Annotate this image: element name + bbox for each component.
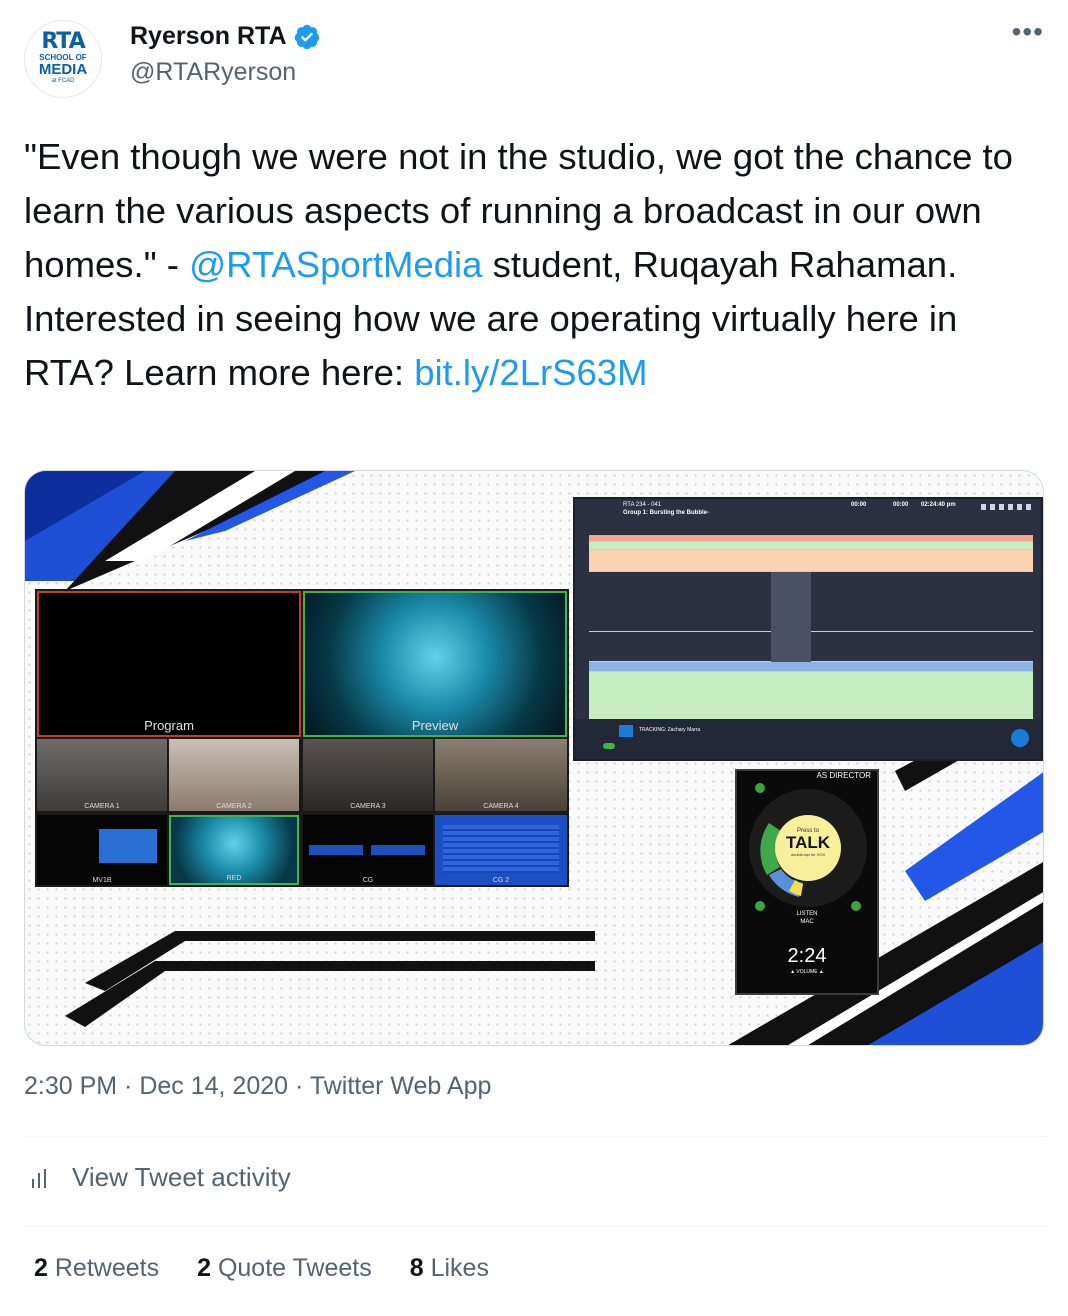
camera-1-label: CAMERA 1 <box>84 803 120 810</box>
rundown-footer: TRACKING: Zachary Marra <box>575 719 1041 759</box>
over-under-value: 00:00 <box>851 502 867 508</box>
rundown-toolbar-icons <box>981 504 1031 510</box>
author-avatar[interactable]: RTA SCHOOL OF MEDIA at FCAD <box>24 20 102 98</box>
cg2-tile: CG 2 <box>435 815 567 885</box>
tweet-time[interactable]: 2:30 PM <box>24 1072 117 1100</box>
press-to-talk-button: Press to TALK double-tap for VOX <box>775 815 841 881</box>
rundown-subtitle: Group 1: Bursting the Bubble- <box>623 510 709 516</box>
divider <box>24 1136 1046 1137</box>
divider <box>24 1226 1046 1227</box>
tracking-label: TRACKING: Zachary Marra <box>639 727 701 733</box>
camera-1-tile: CAMERA 1 <box>37 739 167 811</box>
verified-badge-icon <box>294 24 319 49</box>
multiview-monitor: Program Preview CAMERA 1 CAMERA 2 CAMERA… <box>35 589 569 887</box>
likes-count: 8 <box>409 1254 424 1282</box>
talk-panel-header: AS DIRECTOR <box>816 771 871 780</box>
rundown-row <box>589 632 1033 662</box>
cg2-standings-table <box>443 825 559 873</box>
left-arrow-icon <box>755 901 765 911</box>
mac-label: MAC <box>800 919 814 925</box>
item-run-time-value: 00:00 <box>893 502 909 508</box>
rundown-row <box>589 662 1033 672</box>
likes-label: Likes <box>430 1254 489 1282</box>
intercom-dial: Press to TALK double-tap for VOX <box>749 789 867 907</box>
likes-stat[interactable]: 8 Likes <box>410 1254 489 1283</box>
meta-separator: · <box>288 1072 310 1100</box>
view-tweet-activity-label: View Tweet activity <box>72 1162 291 1192</box>
cg2-label: CG 2 <box>492 877 510 884</box>
right-arrow-icon <box>851 901 861 911</box>
camera-2-label: CAMERA 2 <box>216 803 252 810</box>
meta-separator: · <box>117 1072 140 1100</box>
avatar-fcad-text: at FCAD <box>51 78 75 84</box>
analytics-icon <box>32 1168 46 1188</box>
volume-label: ▲ VOLUME ▲ <box>790 969 824 975</box>
url-link[interactable]: bit.ly/2LrS63M <box>414 352 647 393</box>
time-of-day-value: 02:24:40 pm <box>921 502 956 508</box>
mv1b-thumbnail <box>99 829 157 863</box>
rundown-row <box>589 672 1033 721</box>
talk-panel-time: 2:24 <box>787 945 827 967</box>
quote-tweets-label: Quote Tweets <box>217 1254 372 1282</box>
tweet-media-image[interactable]: Program Preview CAMERA 1 CAMERA 2 CAMERA… <box>24 470 1044 1046</box>
preview-label: Preview <box>411 718 459 733</box>
cg-tile: CG <box>303 815 433 885</box>
tracking-toggle <box>603 743 615 749</box>
camera-3-label: CAMERA 3 <box>350 803 386 810</box>
camera-2-tile: CAMERA 2 <box>169 739 299 811</box>
tweet-text: "Even though we were not in the studio, … <box>24 130 1044 400</box>
cg-lower-third-1 <box>309 845 363 855</box>
cg-label: CG <box>362 877 374 884</box>
more-options-icon[interactable]: ••• <box>1012 18 1044 46</box>
author-handle[interactable]: @RTARyerson <box>130 58 296 87</box>
avatar-rta-text: RTA <box>41 29 85 54</box>
rundown-row <box>589 572 1033 632</box>
camera-3-tile: CAMERA 3 <box>303 739 433 811</box>
retweets-stat[interactable]: 2 Retweets <box>34 1254 159 1283</box>
retweets-count: 2 <box>34 1254 48 1282</box>
rundown-row <box>589 550 1033 572</box>
intercom-talk-panel: AS DIRECTOR Press to TALK double-tap for… <box>735 769 879 995</box>
red-tile: RED <box>169 815 299 885</box>
view-tweet-activity-link[interactable]: View Tweet activity <box>24 1162 291 1193</box>
program-label: Program <box>144 718 194 733</box>
red-label: RED <box>226 875 242 882</box>
program-tile: Program <box>37 591 301 737</box>
rundown-app-screenshot: RTA 234 - 041 Group 1: Bursting the Bubb… <box>573 497 1043 761</box>
tweet-metadata: 2:30 PM · Dec 14, 2020 · Twitter Web App <box>24 1072 491 1101</box>
rundown-title: RTA 234 - 041 <box>623 502 662 508</box>
chat-bubble-icon <box>1011 729 1029 747</box>
rundown-table <box>589 535 1033 721</box>
preview-tile: Preview <box>303 591 567 737</box>
author-display-name[interactable]: Ryerson RTA <box>130 22 287 51</box>
mv1b-label: MV1B <box>92 877 112 884</box>
on-air-button <box>619 725 633 737</box>
double-tap-label: double-tap for VOX <box>790 852 826 857</box>
quote-tweets-stat[interactable]: 2 Quote Tweets <box>197 1254 372 1283</box>
talk-label: TALK <box>785 833 831 852</box>
top-indicator-icon <box>755 783 765 793</box>
listen-label: LISTEN <box>796 911 818 917</box>
tweet-date[interactable]: Dec 14, 2020 <box>139 1072 288 1100</box>
rundown-header: RTA 234 - 041 Group 1: Bursting the Bubb… <box>575 499 1041 527</box>
tweet-source[interactable]: Twitter Web App <box>310 1072 492 1100</box>
rundown-row <box>589 542 1033 550</box>
author-name-row[interactable]: Ryerson RTA <box>130 22 321 51</box>
quote-tweets-count: 2 <box>197 1254 211 1282</box>
avatar-media-text: MEDIA <box>38 61 88 78</box>
tweet-stats: 2 Retweets 2 Quote Tweets 8 Likes <box>34 1254 527 1283</box>
rundown-row <box>589 535 1033 542</box>
camera-4-tile: CAMERA 4 <box>435 739 567 811</box>
mv1b-tile: MV1B <box>37 815 167 885</box>
camera-4-label: CAMERA 4 <box>483 803 519 810</box>
retweets-label: Retweets <box>54 1254 160 1282</box>
cg-lower-third-2 <box>371 845 425 855</box>
mention-link[interactable]: @RTASportMedia <box>189 244 482 285</box>
private-notes-column <box>771 572 811 662</box>
